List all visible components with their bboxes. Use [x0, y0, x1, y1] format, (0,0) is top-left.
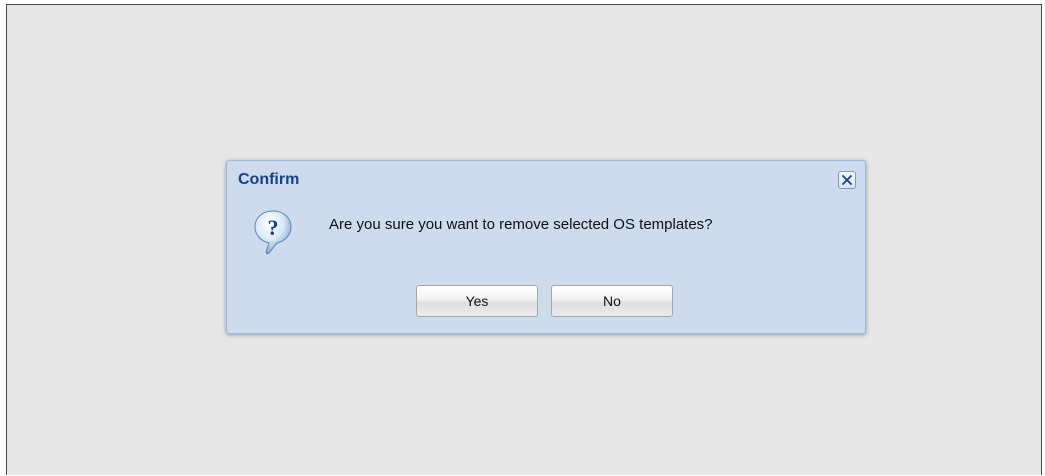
svg-text:?: ?	[268, 215, 279, 240]
dialog-title: Confirm	[238, 171, 300, 188]
dialog-message: Are you sure you want to remove selected…	[329, 216, 713, 233]
confirm-dialog: Confirm ? Are you sure you want to remov…	[226, 160, 866, 334]
yes-button[interactable]: Yes	[416, 285, 538, 317]
question-icon: ?	[253, 208, 293, 258]
no-button[interactable]: No	[551, 285, 673, 317]
app-viewport: Confirm ? Are you sure you want to remov…	[6, 4, 1042, 475]
close-button[interactable]	[838, 171, 856, 189]
close-icon	[842, 175, 852, 185]
